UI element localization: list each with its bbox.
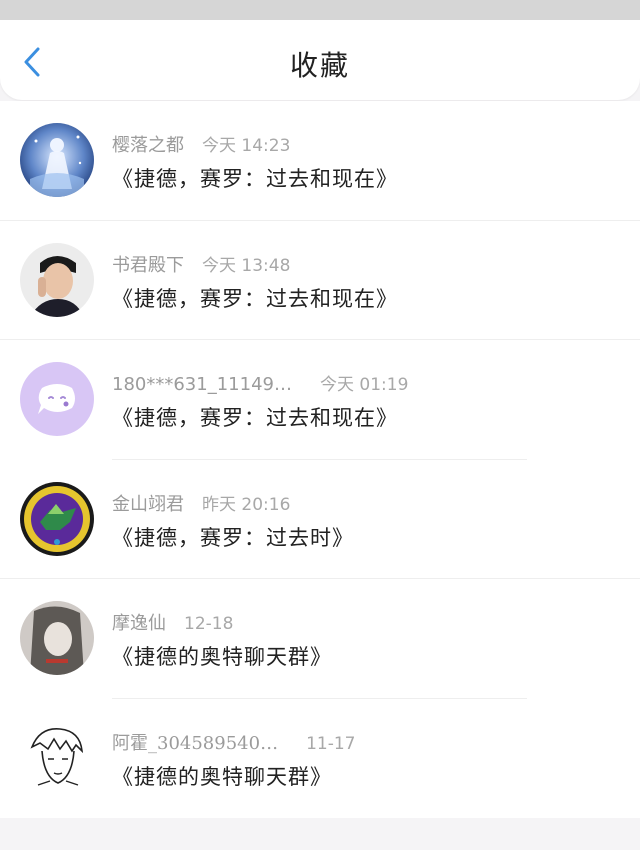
sender-name: 樱落之都 (112, 135, 184, 156)
list-item[interactable]: 摩逸仙 12-18 《捷德的奥特聊天群》 (0, 579, 640, 699)
sender-name: 摩逸仙 (112, 613, 166, 634)
item-meta: 摩逸仙 12-18 (112, 609, 234, 634)
list-item[interactable]: 180***631_11149… 今天 01:19 《捷德，赛罗：过去和现在》 (0, 340, 640, 460)
status-bar (0, 0, 640, 20)
favorites-list: 樱落之都 今天 14:23 《捷德，赛罗：过去和现在》 书君殿下 今天 13:4… (0, 101, 640, 818)
nav-header: 收藏 (0, 20, 640, 100)
sender-name: 180***631_11149… (112, 374, 292, 395)
item-meta: 阿霍_304589540… 11-17 (112, 729, 356, 754)
sender-name: 金山翊君 (112, 493, 184, 515)
sender-name: 书君殿下 (112, 254, 184, 276)
message-text: 《捷德的奥特聊天群》 (112, 645, 332, 669)
timestamp: 今天 13:48 (202, 255, 291, 276)
page-title: 收藏 (289, 49, 350, 82)
message-text: 《捷德，赛罗：过去和现在》 (112, 406, 398, 430)
list-item[interactable]: 阿霍_304589540… 11-17 《捷德的奥特聊天群》 (0, 699, 640, 819)
timestamp: 今天 01:19 (319, 375, 409, 395)
timestamp: 昨天 20:16 (202, 494, 291, 515)
avatar (20, 362, 94, 436)
avatar (20, 601, 94, 675)
item-meta: 金山翊君 昨天 20:16 (112, 490, 291, 515)
list-item[interactable]: 金山翊君 昨天 20:16 《捷德，赛罗：过去时》 (0, 460, 640, 579)
avatar (20, 481, 94, 556)
item-meta: 书君殿下 今天 13:48 (112, 251, 291, 276)
avatar (20, 123, 94, 197)
item-meta: 180***631_11149… 今天 01:19 (112, 370, 409, 395)
message-text: 《捷德的奥特聊天群》 (112, 764, 332, 789)
list-item[interactable]: 书君殿下 今天 13:48 《捷德，赛罗：过去和现在》 (0, 221, 640, 340)
list-item[interactable]: 樱落之都 今天 14:23 《捷德，赛罗：过去和现在》 (0, 101, 640, 221)
avatar (20, 242, 94, 317)
item-meta: 樱落之都 今天 14:23 (112, 131, 291, 156)
sender-name: 阿霍_304589540… (112, 732, 279, 754)
message-text: 《捷德，赛罗：过去时》 (112, 525, 354, 550)
avatar (20, 720, 94, 795)
message-text: 《捷德，赛罗：过去和现在》 (112, 286, 398, 311)
timestamp: 11-17 (306, 733, 356, 754)
bottom-spacer (0, 818, 640, 850)
message-text: 《捷德，赛罗：过去和现在》 (112, 167, 398, 191)
timestamp: 12-18 (184, 614, 234, 634)
timestamp: 今天 14:23 (202, 136, 291, 156)
